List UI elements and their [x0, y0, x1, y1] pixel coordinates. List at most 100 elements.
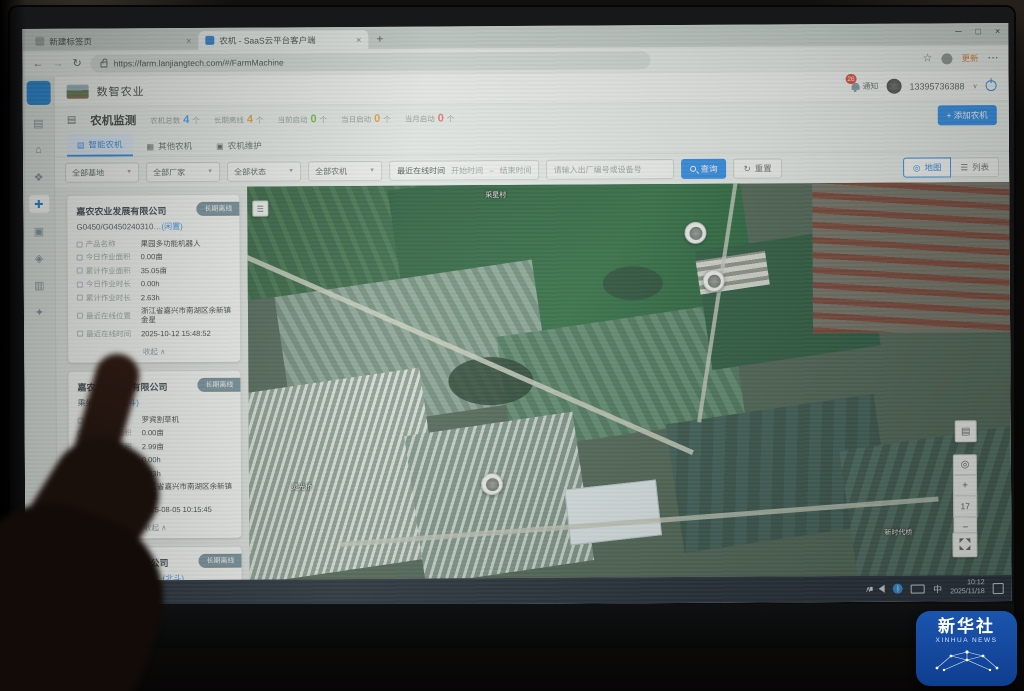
field-icon	[78, 457, 84, 463]
user-phone[interactable]: 13395736388	[909, 81, 964, 91]
sidebar-item-supplies[interactable]: ❖	[29, 168, 49, 186]
forward-icon[interactable]: →	[52, 58, 63, 69]
search-icon	[691, 166, 697, 172]
online-time-range[interactable]: 最近在线时间 开始时间 – 结束时间	[389, 160, 540, 181]
base-select[interactable]: 全部基地▼	[65, 162, 139, 182]
tab-smart-machines[interactable]: ▤ 智能农机	[67, 133, 133, 156]
locate-icon[interactable]: ◎	[953, 454, 977, 475]
taskbar-edge-button[interactable]	[56, 583, 82, 605]
chevron-down-icon: ▼	[126, 169, 132, 175]
machine-card[interactable]: 长期离线 嘉农农业发展有限公司 G0450/G0450240310…(闲置) 产…	[67, 195, 240, 363]
sidebar-item-devices[interactable]: ▣	[29, 222, 49, 240]
notify-label: 通知	[862, 81, 878, 92]
reset-button[interactable]: ↻ 重置	[734, 158, 782, 178]
keyboard-icon[interactable]	[911, 584, 925, 593]
window-minimize-button[interactable]: ─	[955, 26, 961, 36]
tab-other-machines[interactable]: ▦ 其他农机	[136, 135, 202, 156]
sidebar-item-village[interactable]: ⌂	[28, 141, 48, 159]
list-view-button[interactable]: ☰ 列表	[951, 157, 999, 177]
query-button[interactable]: 查询	[682, 159, 727, 179]
url-field[interactable]: https://farm.lanjiangtech.com/#/FarmMach…	[91, 51, 651, 72]
new-tab-button[interactable]: +	[376, 32, 383, 46]
machine-marker[interactable]	[481, 473, 503, 495]
notifications-button[interactable]: 26 通知	[851, 81, 878, 92]
bluetooth-icon[interactable]: ᛒ	[893, 584, 903, 594]
browser-update-label[interactable]: 更新	[961, 52, 978, 64]
taskbar-clock[interactable]: 10:12 2025/11/18	[950, 579, 985, 597]
machine-card[interactable]: 长期离线 嘉农农业发展有限公司 乘坐式割…(北斗) 产品名称罗宾割草机 今日作业…	[68, 371, 241, 539]
reset-label: 重置	[755, 162, 772, 174]
browser-tab-newtab[interactable]: 新建标签页 ×	[28, 31, 198, 51]
range-dash: –	[489, 166, 494, 175]
favorite-star-icon[interactable]: ☆	[923, 53, 933, 64]
tab-label: 农机 - SaaS云平台客户端	[219, 34, 351, 47]
browser-menu-icon[interactable]: ⋯	[987, 53, 998, 64]
taskbar-wps-button[interactable]: W	[112, 582, 138, 604]
tab-close-icon[interactable]: ×	[186, 35, 191, 45]
map-view-button[interactable]: ◎ 地图	[903, 157, 952, 177]
window-close-button[interactable]: ×	[995, 26, 1000, 36]
fullscreen-button[interactable]: ◤ ◥ ◣ ◢	[952, 532, 977, 557]
field-label: 今日作业时长	[86, 279, 131, 289]
machine-id-tag[interactable]: (北斗)	[118, 398, 139, 407]
collapse-link[interactable]: 收起 ∧	[77, 342, 231, 361]
map-list-control[interactable]: ☰	[252, 201, 268, 217]
volume-icon[interactable]	[879, 585, 885, 593]
machine-card[interactable]: 长期离线 嘉农农业发展有限公司 YF/2007-2021/S2240…(北斗) …	[69, 547, 241, 581]
app-logo[interactable]	[26, 81, 50, 105]
zoom-in-button[interactable]: +	[953, 475, 977, 496]
tab-machine-maintenance[interactable]: ▣ 农机维护	[206, 134, 272, 155]
taskbar-explorer-button[interactable]	[84, 582, 110, 604]
collapse-link[interactable]: 收起 ∧	[78, 518, 232, 537]
start-button[interactable]	[32, 584, 54, 604]
machine-marker[interactable]	[684, 222, 706, 244]
map-layers-control[interactable]: ▤	[955, 420, 977, 442]
sidebar-item-overview[interactable]: ▤	[28, 114, 48, 132]
field-label: 今日作业面积	[86, 253, 131, 263]
field-label: 最近在线时间	[87, 505, 132, 515]
farm-app: ▤ ⌂ ❖ ✚ ▣ ◈ ▥ ✦ 数智农业 26 通知	[23, 71, 1012, 581]
xinhua-en-label: XINHUA NEWS	[935, 637, 997, 644]
window-maximize-button[interactable]: □	[976, 26, 981, 36]
chevron-down-icon[interactable]: ∨	[972, 82, 977, 90]
wps-icon: W	[118, 587, 131, 600]
folder-icon	[90, 589, 104, 599]
refresh-icon[interactable]: ↻	[72, 58, 81, 69]
field-value: 0.00h	[142, 455, 232, 465]
sidebar-item-settings[interactable]: ✦	[29, 303, 49, 321]
sidebar-item-machines[interactable]: ✚	[29, 195, 49, 213]
machine-photo-icon	[707, 274, 720, 287]
start-time-placeholder[interactable]: 开始时间	[451, 165, 483, 176]
machine-id-tag[interactable]: (闲置)	[161, 222, 182, 231]
browser-profile-icon[interactable]	[941, 53, 952, 64]
field-row: 今日作业时长0.00h	[77, 279, 231, 289]
end-time-placeholder[interactable]: 结束时间	[500, 164, 532, 175]
back-icon[interactable]: ←	[32, 58, 43, 69]
machine-card-list[interactable]: 长期离线 嘉农农业发展有限公司 G0450/G0450240310…(闲置) 产…	[55, 187, 249, 581]
zoom-level: 17	[953, 496, 977, 517]
sidebar-item-data[interactable]: ▥	[29, 276, 49, 294]
serial-search-input[interactable]	[547, 159, 675, 180]
data-icon: ▥	[34, 278, 44, 291]
ime-indicator[interactable]: 中	[933, 582, 942, 595]
machine-select[interactable]: 全部农机▼	[308, 161, 382, 181]
stat-unit: 个	[383, 113, 391, 124]
tab-label: 农机维护	[228, 140, 262, 152]
fullscreen-icon: ◣ ◢	[959, 545, 970, 552]
vendor-select[interactable]: 全部厂家▼	[146, 162, 220, 182]
action-center-icon[interactable]	[993, 583, 1004, 594]
clock-time: 10:12	[967, 579, 985, 586]
satellite-map[interactable]: 采星村 灵光桥 新时代桥 ☰ ▤ ◎ + 17 − ◤ ◥	[247, 182, 1011, 580]
add-machine-button[interactable]: + 添加农机	[937, 105, 996, 125]
tab-close-icon[interactable]: ×	[356, 34, 361, 44]
logout-power-icon[interactable]	[986, 80, 997, 91]
field-icon	[78, 471, 84, 477]
device-icon: ▣	[34, 224, 44, 237]
user-avatar[interactable]	[886, 79, 901, 94]
select-value: 全部状态	[234, 166, 266, 177]
browser-tab-farm-app[interactable]: 农机 - SaaS云平台客户端 ×	[198, 30, 368, 50]
machine-marker[interactable]	[703, 270, 725, 292]
lock-icon	[101, 61, 108, 67]
status-select[interactable]: 全部状态▼	[227, 161, 301, 181]
sidebar-item-apps[interactable]: ◈	[29, 249, 49, 267]
